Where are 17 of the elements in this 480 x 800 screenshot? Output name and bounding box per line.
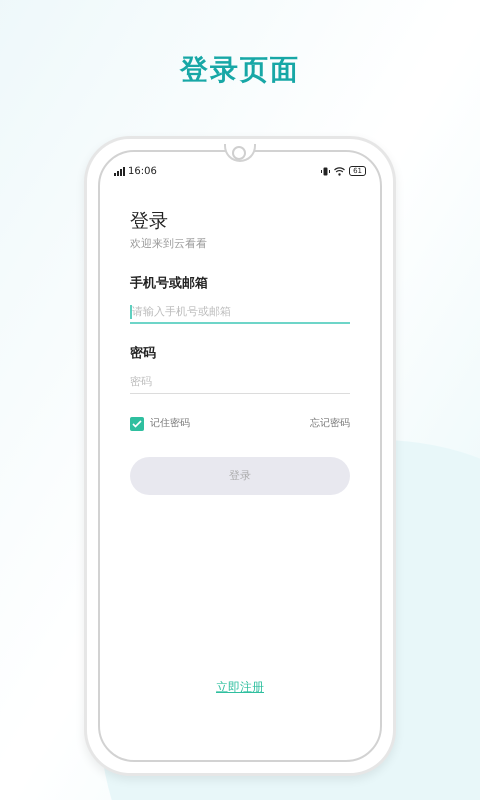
vibrate-icon <box>321 166 330 176</box>
status-time: 16:06 <box>128 164 157 178</box>
register-link[interactable]: 立即注册 <box>216 678 264 696</box>
login-subtitle: 欢迎来到云看看 <box>130 236 208 252</box>
remember-checkbox[interactable] <box>130 416 144 430</box>
forgot-password-link[interactable]: 忘记密码 <box>310 416 350 431</box>
remember-label: 记住密码 <box>150 416 190 431</box>
check-icon <box>132 420 142 428</box>
signal-icon <box>114 166 125 176</box>
page-headline: 登录页面 <box>180 52 300 88</box>
login-title: 登录 <box>130 209 169 234</box>
field-label: 密码 <box>130 344 157 363</box>
input-field[interactable]: 请输入手机号或邮箱 <box>130 300 350 324</box>
wifi-icon <box>334 166 346 176</box>
input-field[interactable]: 密码 <box>130 370 350 394</box>
text-cursor <box>130 305 132 319</box>
field-label: 手机号或邮箱 <box>130 274 209 293</box>
